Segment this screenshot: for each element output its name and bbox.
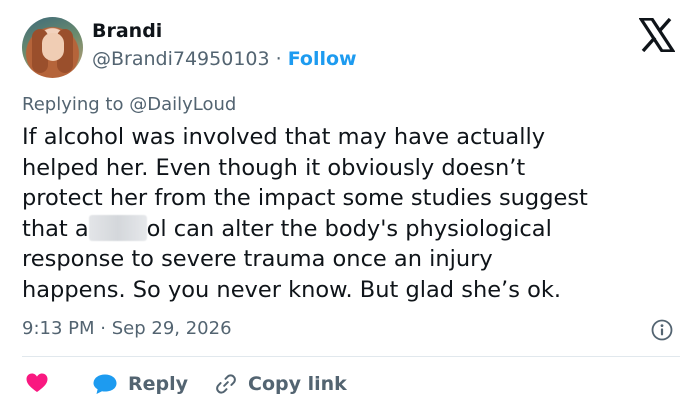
x-logo-icon[interactable] xyxy=(639,18,675,52)
handle-separator: · xyxy=(275,48,282,70)
info-icon[interactable] xyxy=(651,319,673,341)
tweet-fragment: that a xyxy=(22,215,89,242)
link-icon xyxy=(216,374,236,394)
author-handle[interactable]: @Brandi74950103 xyxy=(92,48,270,70)
follow-button[interactable]: Follow xyxy=(288,48,357,70)
tweet-line: protect her from the impact some studies… xyxy=(22,185,588,211)
speech-bubble-icon xyxy=(93,374,117,394)
censored-word xyxy=(88,214,147,241)
reply-button[interactable]: Reply xyxy=(92,370,188,398)
timestamp-separator: · xyxy=(100,318,106,339)
copy-link-label: Copy link xyxy=(248,373,347,395)
heart-icon[interactable] xyxy=(26,373,48,393)
avatar[interactable] xyxy=(22,17,83,78)
tweet-text: If alcohol was involved that may have ac… xyxy=(22,122,687,305)
author-handle-line: @Brandi74950103 · Follow xyxy=(92,48,357,70)
replying-to: Replying to @DailyLoud xyxy=(22,94,236,115)
tweet-line: helped her. Even though it obviously doe… xyxy=(22,154,526,181)
divider xyxy=(22,356,680,357)
tweet-timestamp[interactable]: 9:13 PM · Sep 29, 2026 xyxy=(22,318,232,339)
tweet-line: response to severe trauma once an injury xyxy=(22,246,493,272)
replying-to-mention[interactable]: @DailyLoud xyxy=(129,94,236,115)
tweet-line: happens. So you never know. But glad she… xyxy=(22,276,562,303)
tweet-line: If alcohol was involved that may have ac… xyxy=(22,124,546,150)
copy-link-button[interactable]: Copy link xyxy=(215,370,347,398)
replying-to-label: Replying to xyxy=(22,94,124,115)
tweet-time: 9:13 PM xyxy=(22,318,95,339)
tweet-date: Sep 29, 2026 xyxy=(111,318,232,339)
tweet-fragment: ol can alter the body's physiological xyxy=(146,215,552,242)
reply-label: Reply xyxy=(128,373,189,395)
author-name[interactable]: Brandi xyxy=(92,20,162,42)
tweet-line: that a ol can alter the body's physiologi… xyxy=(22,214,687,245)
tweet-card: Brandi @Brandi74950103 · Follow Replying… xyxy=(0,0,700,410)
